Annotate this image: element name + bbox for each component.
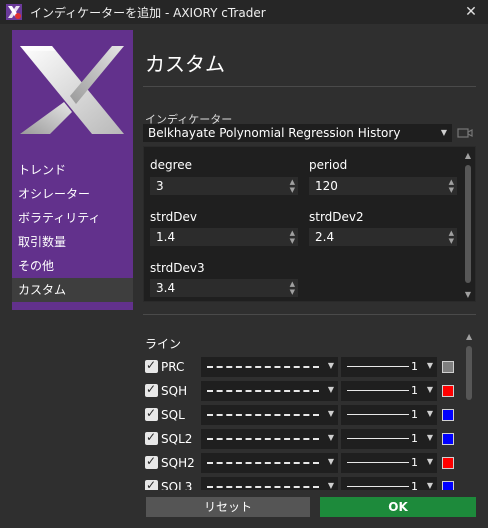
spinner-arrows-icon[interactable]: ▲ ▼ — [290, 178, 295, 194]
chevron-down-icon: ▼ — [426, 409, 433, 418]
close-icon: ✕ — [465, 4, 477, 20]
color-swatch[interactable] — [442, 385, 454, 397]
reset-button[interactable]: リセット — [146, 497, 310, 517]
degree-value: 3 — [156, 179, 164, 193]
section-divider — [143, 314, 476, 315]
line-row-prc: PRC ▼ 1▼ — [143, 357, 468, 377]
checkbox[interactable] — [145, 406, 158, 421]
line-width-select[interactable]: 1 ▼ — [341, 357, 437, 377]
indicator-selected-value: Belkhayate Polynomial Regression History — [148, 126, 401, 140]
param-label-strddev2: strdDev2 — [309, 210, 364, 224]
color-swatch[interactable] — [442, 409, 454, 421]
color-swatch[interactable] — [442, 457, 454, 469]
chevron-down-icon: ▼ — [327, 385, 334, 394]
sidebar-item-volatility[interactable]: ボラティリティ — [12, 206, 133, 230]
line-width-select[interactable]: 1 ▼ — [341, 381, 437, 401]
chevron-down-icon: ▼ — [327, 361, 334, 370]
strddev-input[interactable]: 1.4 ▲ ▼ — [150, 228, 298, 246]
spinner-arrows-icon[interactable]: ▲ ▼ — [449, 229, 454, 245]
color-swatch[interactable] — [442, 433, 454, 445]
line-row-sql2: SQL2 ▼ 1▼ — [143, 429, 468, 449]
lines-title: ライン — [145, 337, 182, 351]
degree-input[interactable]: 3 ▲ ▼ — [150, 177, 298, 195]
indicator-select[interactable]: Belkhayate Polynomial Regression History… — [143, 124, 452, 142]
chevron-down-icon: ▼ — [327, 409, 334, 418]
category-sidebar: トレンド オシレーター ボラティリティ 取引数量 その他 カスタム — [12, 30, 133, 310]
category-nav: トレンド オシレーター ボラティリティ 取引数量 その他 カスタム — [12, 158, 133, 302]
params-scrollbar[interactable] — [465, 165, 471, 283]
ctrader-x-logo-icon — [16, 40, 128, 140]
line-label: PRC — [161, 360, 185, 374]
line-style-select[interactable]: ▼ — [201, 405, 338, 425]
line-label: SQH2 — [161, 456, 195, 470]
strddev2-input[interactable]: 2.4 ▲ ▼ — [309, 228, 457, 246]
sidebar-item-trend[interactable]: トレンド — [12, 158, 133, 182]
chevron-down-icon: ▼ — [327, 457, 334, 466]
param-label-period: period — [309, 158, 348, 172]
chevron-down-icon: ▼ — [426, 433, 433, 442]
line-row-sql: SQL ▼ 1▼ — [143, 405, 468, 425]
strddev-value: 1.4 — [156, 230, 176, 244]
close-button[interactable]: ✕ — [462, 3, 480, 21]
checkbox[interactable] — [145, 430, 158, 445]
scroll-down-icon[interactable]: ▼ — [465, 290, 471, 299]
chevron-down-icon: ▼ — [327, 481, 334, 490]
line-width-select[interactable]: 1 ▼ — [341, 453, 437, 473]
chevron-down-icon: ▼ — [327, 433, 334, 442]
param-label-degree: degree — [150, 158, 193, 172]
checkbox[interactable] — [145, 454, 158, 469]
line-label: SQL — [161, 408, 185, 422]
line-width-select[interactable]: 1 ▼ — [341, 429, 437, 449]
sidebar-item-oscillator[interactable]: オシレーター — [12, 182, 133, 206]
line-row-sqh: SQH ▼ 1▼ — [143, 381, 468, 401]
parameters-panel: degree 3 ▲ ▼ period 120 ▲ ▼ strdDev 1.4 ▲ ▼… — [143, 146, 476, 302]
ctrader-app-icon — [6, 4, 22, 20]
title-bar: インディケーターを追加 - AXIORY cTrader ✕ — [0, 0, 488, 24]
sidebar-item-volume[interactable]: 取引数量 — [12, 230, 133, 254]
sidebar-item-other[interactable]: その他 — [12, 254, 133, 278]
chevron-down-icon: ▼ — [426, 457, 433, 466]
title-divider — [143, 86, 476, 87]
line-style-select[interactable]: ▼ — [201, 357, 338, 377]
ok-button[interactable]: OK — [320, 497, 476, 517]
spinner-arrows-icon[interactable]: ▲ ▼ — [290, 229, 295, 245]
window-title: インディケーターを追加 - AXIORY cTrader — [30, 5, 266, 20]
param-label-strddev: strdDev — [150, 210, 198, 224]
strddev3-input[interactable]: 3.4 ▲ ▼ — [150, 279, 298, 297]
color-swatch[interactable] — [442, 361, 454, 373]
camera-button[interactable] — [456, 125, 474, 141]
checkbox[interactable] — [145, 382, 158, 397]
spinner-arrows-icon[interactable]: ▲ ▼ — [449, 178, 454, 194]
period-input[interactable]: 120 ▲ ▼ — [309, 177, 457, 195]
main-panel: カスタム インディケーター Belkhayate Polynomial Regr… — [143, 30, 476, 504]
sidebar-item-custom[interactable]: カスタム — [12, 278, 133, 302]
line-style-select[interactable]: ▼ — [201, 429, 338, 449]
strddev3-value: 3.4 — [156, 281, 176, 295]
line-label: SQL2 — [161, 432, 193, 446]
chevron-down-icon: ▼ — [426, 385, 433, 394]
period-value: 120 — [315, 179, 338, 193]
chevron-down-icon: ▼ — [426, 481, 433, 490]
strddev2-value: 2.4 — [315, 230, 335, 244]
line-width-select[interactable]: 1 ▼ — [341, 405, 437, 425]
page-title: カスタム — [145, 52, 225, 76]
checkbox[interactable] — [145, 358, 158, 373]
line-style-select[interactable]: ▼ — [201, 453, 338, 473]
scroll-up-icon[interactable]: ▲ — [465, 151, 471, 160]
line-style-select[interactable]: ▼ — [201, 381, 338, 401]
param-label-strddev3: strdDev3 — [150, 261, 205, 275]
scroll-up-icon[interactable]: ▲ — [466, 332, 472, 341]
line-row-sqh2: SQH2 ▼ 1▼ — [143, 453, 468, 473]
line-label: SQH — [161, 384, 188, 398]
spinner-arrows-icon[interactable]: ▲ ▼ — [290, 280, 295, 296]
chevron-down-icon: ▼ — [426, 361, 433, 370]
chevron-down-icon: ▼ — [440, 128, 447, 137]
camera-icon — [457, 128, 473, 138]
